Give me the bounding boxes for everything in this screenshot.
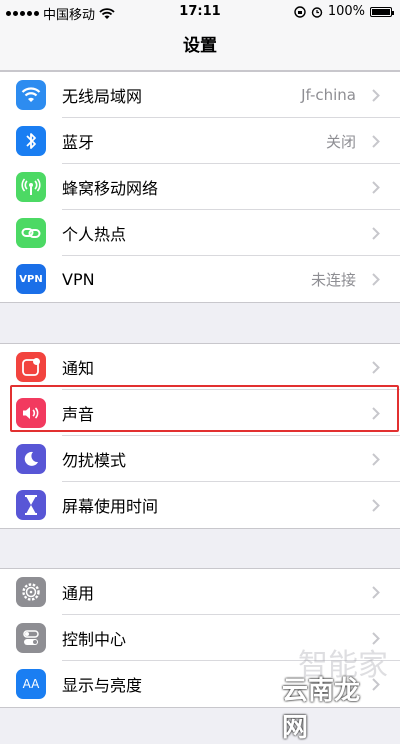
chevron-right-icon <box>366 134 386 148</box>
hourglass-icon <box>16 490 46 520</box>
settings-row-vpn[interactable]: VPN VPN 未连接 <box>0 256 400 302</box>
wifi-icon <box>16 80 46 110</box>
row-label: 勿扰模式 <box>62 451 127 470</box>
watermark-site: 云南龙网 <box>282 676 361 743</box>
row-value: 关闭 <box>325 132 356 151</box>
row-label: 通知 <box>62 359 95 378</box>
chevron-right-icon <box>366 498 386 512</box>
cellular-icon <box>16 172 46 202</box>
row-label: VPN <box>62 269 95 289</box>
row-label: 屏幕使用时间 <box>62 497 159 516</box>
battery-icon <box>370 6 394 17</box>
chevron-right-icon <box>366 585 386 599</box>
highlight-box <box>10 385 399 432</box>
row-value: Jf-china <box>301 86 356 104</box>
vpn-icon: VPN <box>16 264 46 294</box>
settings-row-notifications[interactable]: 通知 <box>0 344 400 390</box>
chevron-right-icon <box>366 452 386 466</box>
alarm-icon <box>311 6 323 18</box>
chevron-right-icon <box>366 226 386 240</box>
row-label: 无线局域网 <box>62 87 143 106</box>
row-label: 蜂窝移动网络 <box>62 179 159 198</box>
battery-percent: 100% <box>327 4 365 19</box>
settings-row-cellular[interactable]: 蜂窝移动网络 <box>0 164 400 210</box>
settings-row-wifi[interactable]: 无线局域网 Jf-china <box>0 72 400 118</box>
gear-icon <box>16 577 46 607</box>
row-label: 个人热点 <box>62 225 127 244</box>
moon-icon <box>16 444 46 474</box>
navigation-bar: 设置 <box>0 24 400 71</box>
watermark: 智能家 云南龙网 <box>282 640 394 743</box>
row-label: 蓝牙 <box>62 133 95 152</box>
bluetooth-icon <box>16 126 46 156</box>
row-value: 未连接 <box>310 270 356 289</box>
chevron-right-icon <box>366 360 386 374</box>
rotation-lock-icon <box>294 5 306 18</box>
control-center-icon <box>16 623 46 653</box>
notifications-icon <box>16 352 46 382</box>
settings-group-notifications: 通知 声音 勿扰模式 屏幕使用时间 <box>0 343 400 529</box>
settings-group-network: 无线局域网 Jf-china 蓝牙 关闭 蜂窝移动网络 个人热点 VPN VPN… <box>0 71 400 303</box>
settings-row-general[interactable]: 通用 <box>0 569 400 615</box>
chevron-right-icon <box>366 88 386 102</box>
status-right: 100% <box>294 4 394 19</box>
hotspot-icon <box>16 218 46 248</box>
display-icon: AA <box>16 669 46 699</box>
chevron-right-icon <box>366 272 386 286</box>
settings-row-hotspot[interactable]: 个人热点 <box>0 210 400 256</box>
settings-row-screen-time[interactable]: 屏幕使用时间 <box>0 482 400 528</box>
row-label: 通用 <box>62 584 95 603</box>
chevron-right-icon <box>366 180 386 194</box>
page-title: 设置 <box>183 36 217 56</box>
status-bar: 中国移动 17:11 100% <box>0 0 400 24</box>
settings-row-do-not-disturb[interactable]: 勿扰模式 <box>0 436 400 482</box>
settings-row-bluetooth[interactable]: 蓝牙 关闭 <box>0 118 400 164</box>
